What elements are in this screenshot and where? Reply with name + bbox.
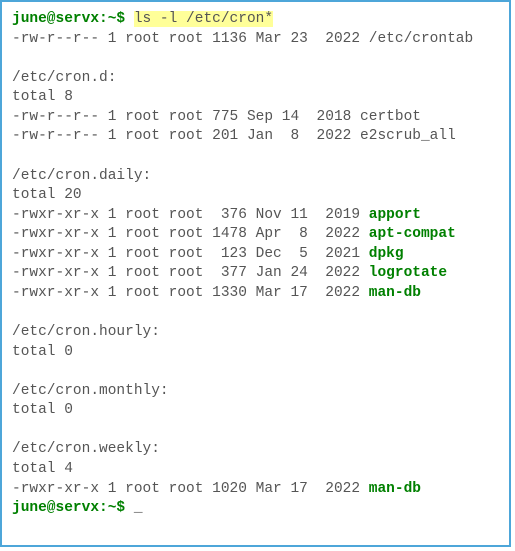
file-executable: apport — [369, 207, 421, 223]
output-line: -rwxr-xr-x 1 root root 1478 Apr 8 2022 — [12, 226, 369, 242]
output-line: total 4 — [12, 461, 73, 477]
output-line: /etc/cron.monthly: — [12, 383, 169, 399]
output-line: -rw-r--r-- 1 root root 775 Sep 14 2018 c… — [12, 109, 421, 125]
cursor-icon: _ — [134, 500, 143, 516]
command-input[interactable]: ls -l /etc/cron* — [134, 11, 273, 27]
output-line: -rwxr-xr-x 1 root root 377 Jan 24 2022 — [12, 265, 369, 281]
file-executable: apt-compat — [369, 226, 456, 242]
output-line: total 8 — [12, 89, 73, 105]
output-line: -rwxr-xr-x 1 root root 376 Nov 11 2019 — [12, 207, 369, 223]
output-line: -rw-r--r-- 1 root root 1136 Mar 23 2022 … — [12, 31, 473, 47]
file-executable: dpkg — [369, 246, 404, 262]
output-line: -rw-r--r-- 1 root root 201 Jan 8 2022 e2… — [12, 128, 456, 144]
terminal-window[interactable]: june@servx:~$ ls -l /etc/cron* -rw-r--r-… — [0, 0, 511, 547]
shell-prompt: june@servx:~$ — [12, 500, 134, 516]
output-line: -rwxr-xr-x 1 root root 123 Dec 5 2021 — [12, 246, 369, 262]
output-line: -rwxr-xr-x 1 root root 1020 Mar 17 2022 — [12, 481, 369, 497]
file-executable: man-db — [369, 285, 421, 301]
output-line: total 0 — [12, 344, 73, 360]
file-executable: logrotate — [369, 265, 447, 281]
output-line: /etc/cron.hourly: — [12, 324, 160, 340]
output-line: /etc/cron.daily: — [12, 168, 151, 184]
output-line: /etc/cron.d: — [12, 70, 116, 86]
output-line: /etc/cron.weekly: — [12, 441, 160, 457]
file-executable: man-db — [369, 481, 421, 497]
output-line: -rwxr-xr-x 1 root root 1330 Mar 17 2022 — [12, 285, 369, 301]
shell-prompt: june@servx:~$ — [12, 11, 134, 27]
output-line: total 0 — [12, 402, 73, 418]
output-line: total 20 — [12, 187, 82, 203]
